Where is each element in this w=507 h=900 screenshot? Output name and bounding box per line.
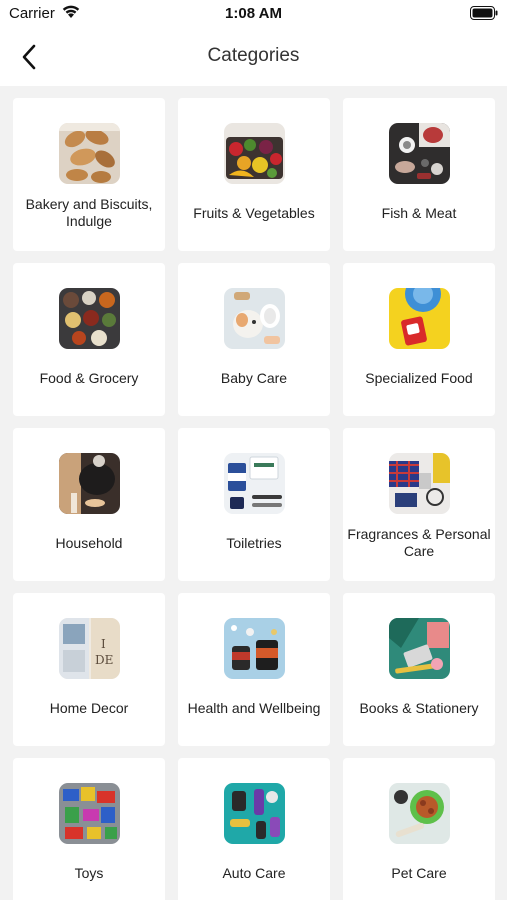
bakery-image bbox=[59, 123, 120, 184]
category-label: Auto Care bbox=[222, 864, 286, 881]
category-card-household[interactable]: Household bbox=[13, 428, 165, 581]
battery-icon bbox=[470, 6, 498, 25]
baby-care-image bbox=[224, 288, 285, 349]
category-label: Toys bbox=[74, 864, 104, 881]
health-image bbox=[224, 618, 285, 679]
category-card-books-stationery[interactable]: Books & Stationery bbox=[343, 593, 495, 746]
fruits-vegetables-image bbox=[224, 123, 285, 184]
category-label: Fish & Meat bbox=[381, 204, 457, 221]
category-card-fish-meat[interactable]: Fish & Meat bbox=[343, 98, 495, 251]
category-card-fruits-vegetables[interactable]: Fruits & Vegetables bbox=[178, 98, 330, 251]
category-card-toiletries[interactable]: Toiletries bbox=[178, 428, 330, 581]
svg-text:I: I bbox=[101, 637, 106, 651]
category-card-toys[interactable]: Toys bbox=[13, 758, 165, 900]
pet-care-image bbox=[389, 783, 450, 844]
household-image bbox=[59, 453, 120, 514]
category-label: Pet Care bbox=[391, 864, 447, 881]
toys-image bbox=[59, 783, 120, 844]
auto-care-image bbox=[224, 783, 285, 844]
category-label: Books & Stationery bbox=[359, 699, 479, 716]
category-card-auto-care[interactable]: Auto Care bbox=[178, 758, 330, 900]
navigation-bar: Categories bbox=[0, 28, 507, 86]
category-card-baby-care[interactable]: Baby Care bbox=[178, 263, 330, 416]
category-card-home-decor[interactable]: I DE Home Decor bbox=[13, 593, 165, 746]
category-card-bakery[interactable]: Bakery and Biscuits, Indulge bbox=[13, 98, 165, 251]
books-image bbox=[389, 618, 450, 679]
category-card-specialized-food[interactable]: Specialized Food bbox=[343, 263, 495, 416]
category-label: Household bbox=[55, 534, 123, 551]
home-decor-image: I DE bbox=[59, 618, 120, 679]
svg-text:DE: DE bbox=[95, 653, 113, 667]
category-card-health-wellbeing[interactable]: Health and Wellbeing bbox=[178, 593, 330, 746]
page-title: Categories bbox=[207, 45, 300, 66]
category-label: Toiletries bbox=[226, 534, 282, 551]
food-grocery-image bbox=[59, 288, 120, 349]
fish-meat-image bbox=[389, 123, 450, 184]
status-time: 1:08 AM bbox=[225, 5, 282, 22]
specialized-food-image bbox=[389, 288, 450, 349]
category-grid: Bakery and Biscuits, Indulge Fruits & Ve… bbox=[13, 98, 495, 900]
category-label: Fruits & Vegetables bbox=[193, 204, 315, 221]
category-label: Health and Wellbeing bbox=[187, 699, 321, 716]
category-label: Home Decor bbox=[49, 699, 129, 716]
category-label: Food & Grocery bbox=[39, 369, 139, 386]
category-card-food-grocery[interactable]: Food & Grocery bbox=[13, 263, 165, 416]
toiletries-image bbox=[224, 453, 285, 514]
category-label: Fragrances & Personal Care bbox=[347, 526, 491, 559]
category-grid-area: Bakery and Biscuits, Indulge Fruits & Ve… bbox=[0, 86, 507, 900]
category-label: Specialized Food bbox=[365, 369, 473, 386]
category-label: Baby Care bbox=[220, 369, 288, 386]
status-bar: Carrier 1:08 AM bbox=[0, 0, 507, 28]
category-card-fragrances-personal-care[interactable]: Fragrances & Personal Care bbox=[343, 428, 495, 581]
category-label: Bakery and Biscuits, Indulge bbox=[25, 196, 153, 229]
fragrances-image bbox=[389, 453, 450, 514]
category-card-pet-care[interactable]: Pet Care bbox=[343, 758, 495, 900]
